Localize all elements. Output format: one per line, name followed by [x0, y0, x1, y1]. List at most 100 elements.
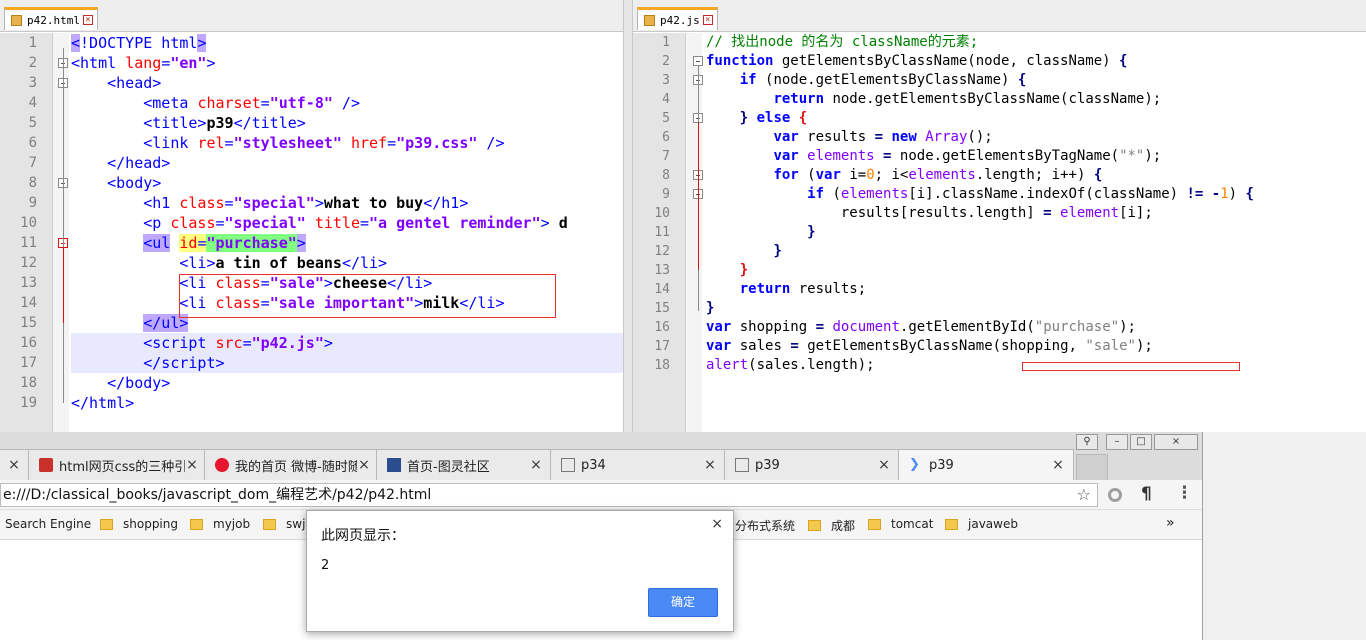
code-text: </head>	[107, 154, 171, 172]
tab-p42-html[interactable]: p42.html ×	[4, 7, 98, 30]
close-window-button[interactable]: ×	[1154, 434, 1198, 450]
address-input[interactable]: e:///D:/classical_books/javascript_dom_编…	[0, 483, 1098, 507]
html-editor-pane[interactable]: p42.html × 1 <!DOCTYPE html> 2 <html lang="…	[0, 0, 623, 432]
code-text: <!DOCTYPE html>	[71, 34, 207, 52]
close-tab-icon[interactable]: ×	[82, 15, 93, 25]
code-line[interactable]: 6 <link rel="stylesheet" href="p39.css" …	[29, 133, 623, 153]
code-line[interactable]: 19 </html>	[20, 393, 623, 413]
bookmark-folder[interactable]: javaweb	[945, 517, 1018, 531]
browser-tab[interactable]: 我的首页 微博-随时随 ×	[204, 449, 380, 480]
browser-tab[interactable]: ×	[0, 449, 30, 480]
close-tab-icon[interactable]: ×	[877, 457, 891, 473]
bookmarks-overflow-button[interactable]: »	[1166, 515, 1175, 531]
line-number: 7	[28, 155, 37, 171]
line-number: 14	[20, 295, 37, 311]
close-tab-icon[interactable]: ×	[529, 457, 543, 473]
close-tab-icon[interactable]: ×	[703, 457, 717, 473]
browser-tab[interactable]: p39 ×	[724, 449, 900, 480]
code-line[interactable]: 7 </head>	[29, 153, 623, 173]
code-line[interactable]: 4 return node.getElementsByClassName(cla…	[662, 90, 1366, 109]
code-line[interactable]: 1 // 找出node 的名为 className的元素;	[662, 33, 1366, 52]
ok-button[interactable]: 确定	[648, 588, 718, 617]
close-tab-icon[interactable]: ×	[357, 457, 371, 473]
bookmark-folder[interactable]: tomcat	[868, 517, 933, 531]
code-line[interactable]: 18 alert(sales.length);	[654, 356, 1366, 375]
browser-tab[interactable]: p34 ×	[550, 449, 726, 480]
close-tab-icon[interactable]: ×	[7, 457, 21, 473]
code-line[interactable]: 16 var shopping = document.getElementById…	[654, 318, 1366, 337]
new-tab-button[interactable]	[1076, 454, 1108, 480]
tab-p42-js[interactable]: p42.js ×	[637, 7, 718, 30]
close-tab-icon[interactable]: ×	[1051, 457, 1065, 473]
code-line[interactable]: 10 <p class="special" title="a gentel re…	[20, 213, 623, 233]
code-line[interactable]: 12 <li>a tin of beans</li>	[20, 253, 623, 273]
menu-icon[interactable]: ⋮	[1176, 483, 1193, 503]
line-number: 1	[662, 35, 670, 50]
code-line[interactable]: 11 <ul id="purchase">	[20, 233, 623, 253]
code-line[interactable]: 8 <body>	[29, 173, 623, 193]
code-line[interactable]: 3 if (node.getElementsByClassName) {	[662, 71, 1366, 90]
code-line[interactable]: 14 <li class="sale important">milk</li>	[20, 293, 623, 313]
bookmark-folder[interactable]: 成都	[808, 517, 855, 534]
tab-label: p42.js	[660, 13, 700, 27]
code-line[interactable]: 16 <script src="p42.js">	[20, 333, 623, 353]
line-number: 2	[662, 54, 670, 69]
code-line[interactable]: 10 results[results.length] = element[i];	[654, 204, 1366, 223]
close-icon[interactable]: ×	[711, 516, 723, 532]
fold-toggle-icon[interactable]	[693, 56, 703, 66]
browser-tab-active[interactable]: ❯ p39 ×	[898, 449, 1074, 480]
js-editor-pane[interactable]: p42.js × 1 // 找出node 的名为 className的元素; 2 fu…	[633, 0, 1366, 432]
code-line[interactable]: 11 }	[654, 223, 1366, 242]
bookmark-folder[interactable]: myjob	[190, 517, 250, 531]
code-line[interactable]: 17 </script>	[20, 353, 623, 373]
code-text: } else {	[739, 110, 808, 126]
code-line[interactable]: 14 return results;	[654, 280, 1366, 299]
bookmark-folder[interactable]: swj	[263, 517, 305, 531]
bookmark-folder[interactable]: shopping	[100, 517, 178, 531]
line-number: 12	[20, 255, 37, 271]
code-line[interactable]: 9 <h1 class="special">what to buy</h1>	[29, 193, 623, 213]
browser-tab[interactable]: 首页-图灵社区 ×	[376, 449, 552, 480]
code-area[interactable]: 1 // 找出node 的名为 className的元素; 2 function ge…	[654, 33, 1366, 375]
code-line[interactable]: 5 } else {	[662, 109, 1366, 128]
editor-splitter[interactable]	[623, 0, 633, 432]
browser-tab[interactable]: html网页css的三种引 ×	[28, 449, 208, 480]
folder-icon	[808, 520, 821, 531]
star-icon[interactable]: ☆	[1077, 484, 1091, 506]
code-line[interactable]: 1 <!DOCTYPE html>	[29, 33, 623, 53]
code-line[interactable]: 9 if (elements[i].className.indexOf(clas…	[662, 185, 1366, 204]
code-line[interactable]: 13 <li class="sale">cheese</li>	[20, 273, 623, 293]
code-line[interactable]: 2 <html lang="en">	[29, 53, 623, 73]
code-line[interactable]: 8 for (var i=0; i<elements.length; i++) …	[662, 166, 1366, 185]
pilcrow-icon[interactable]: ¶	[1141, 484, 1152, 504]
code-line[interactable]: 3 <head>	[29, 73, 623, 93]
code-line[interactable]: 17 var sales = getElementsByClassName(sho…	[654, 337, 1366, 356]
code-area[interactable]: 1 <!DOCTYPE html> 2 <html lang="en"> 3 <head…	[20, 33, 623, 413]
line-number: 5	[662, 111, 670, 126]
code-line[interactable]: 6 var results = new Array();	[662, 128, 1366, 147]
code-line[interactable]: 4 <meta charset="utf-8" />	[29, 93, 623, 113]
code-line[interactable]: 12 }	[654, 242, 1366, 261]
extension-icon[interactable]	[1108, 488, 1122, 502]
minimize-button[interactable]: –	[1106, 434, 1128, 450]
code-text: <head>	[107, 74, 162, 92]
code-text: return results;	[739, 281, 867, 297]
code-line[interactable]: 5 <title>p39</title>	[29, 113, 623, 133]
code-line[interactable]: 15}	[654, 299, 1366, 318]
file-icon	[11, 14, 22, 26]
line-number: 9	[28, 195, 37, 211]
maximize-button[interactable]: □	[1130, 434, 1152, 450]
code-line[interactable]: 18 </body>	[20, 373, 623, 393]
code-line[interactable]: 2 function getElementsByClassName(node, c…	[662, 52, 1366, 71]
bookmark-item[interactable]: 分布式系统	[735, 517, 795, 534]
close-tab-icon[interactable]: ×	[185, 457, 199, 473]
line-number: 16	[654, 320, 670, 335]
code-line[interactable]: 13 }	[654, 261, 1366, 280]
code-line[interactable]: 7 var elements = node.getElementsByTagNa…	[662, 147, 1366, 166]
close-tab-icon[interactable]: ×	[702, 15, 713, 25]
bookmark-item[interactable]: Search Engine	[5, 517, 91, 531]
page-icon	[561, 458, 575, 472]
user-icon[interactable]: ⚲	[1076, 434, 1098, 450]
code-line[interactable]: 15 </ul>	[20, 313, 623, 333]
code-text: }	[807, 224, 816, 240]
